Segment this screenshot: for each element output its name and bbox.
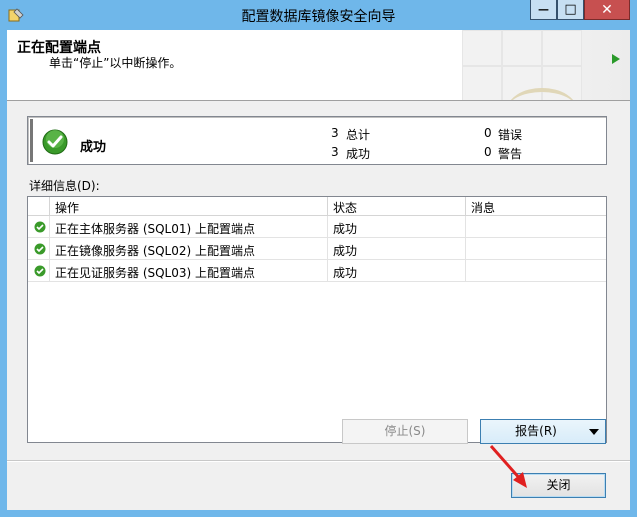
chevron-down-icon[interactable] bbox=[589, 429, 599, 435]
row-action: 正在镜像服务器 (SQL02) 上配置端点 bbox=[55, 244, 256, 258]
maximize-icon: □ bbox=[564, 2, 577, 17]
maximize-button[interactable]: □ bbox=[557, 0, 584, 20]
table-row[interactable]: 正在见证服务器 (SQL03) 上配置端点 成功 bbox=[28, 260, 606, 282]
error-label: 错误 bbox=[498, 128, 523, 142]
row-status: 成功 bbox=[333, 222, 358, 236]
success-label: 成功 bbox=[346, 147, 371, 161]
success-check-icon bbox=[34, 243, 46, 255]
success-check-icon bbox=[34, 265, 46, 277]
total-count: 3 bbox=[331, 126, 339, 140]
stop-button[interactable]: 停止(S) bbox=[342, 419, 468, 444]
error-count: 0 bbox=[484, 126, 492, 140]
column-header-action[interactable]: 操作 bbox=[55, 199, 79, 216]
title-bar[interactable]: 配置数据库镜像安全向导 — □ ✕ bbox=[0, 0, 637, 30]
details-label: 详细信息(D): bbox=[29, 179, 100, 193]
close-window-button[interactable]: ✕ bbox=[584, 0, 630, 20]
table-row[interactable]: 正在镜像服务器 (SQL02) 上配置端点 成功 bbox=[28, 238, 606, 260]
report-button-label: 报告(R) bbox=[515, 424, 557, 438]
total-label: 总计 bbox=[346, 128, 371, 142]
row-status: 成功 bbox=[333, 266, 358, 280]
page-subtitle: 单击“停止”以中断操作。 bbox=[49, 56, 182, 70]
summary-panel: 成功 3 总计 3 成功 0 错误 0 警告 bbox=[27, 116, 607, 165]
warning-count: 0 bbox=[484, 145, 492, 159]
close-icon: ✕ bbox=[601, 1, 613, 18]
header-banner-image bbox=[462, 30, 630, 100]
row-status: 成功 bbox=[333, 244, 358, 258]
row-action: 正在主体服务器 (SQL01) 上配置端点 bbox=[55, 222, 256, 236]
forward-arrow-icon bbox=[612, 54, 620, 64]
success-count: 3 bbox=[331, 145, 339, 159]
warning-label: 警告 bbox=[498, 147, 523, 161]
wizard-header: 正在配置端点 单击“停止”以中断操作。 bbox=[7, 30, 630, 101]
column-header-status[interactable]: 状态 bbox=[333, 199, 357, 216]
annotation-arrow-icon bbox=[489, 445, 527, 488]
success-check-icon bbox=[42, 129, 68, 155]
minimize-button[interactable]: — bbox=[530, 0, 557, 20]
wizard-body: 正在配置端点 单击“停止”以中断操作。 成功 3 总计 3 成功 0 错误 0 … bbox=[7, 30, 630, 510]
report-button[interactable]: 报告(R) bbox=[480, 419, 606, 444]
success-check-icon bbox=[34, 221, 46, 233]
table-row[interactable]: 正在主体服务器 (SQL01) 上配置端点 成功 bbox=[28, 216, 606, 238]
column-header-message[interactable]: 消息 bbox=[471, 199, 495, 216]
overall-status: 成功 bbox=[80, 140, 107, 155]
wizard-window: 配置数据库镜像安全向导 — □ ✕ 正在配置端点 单击“停止”以中断操作。 成功… bbox=[0, 0, 637, 517]
details-grid[interactable]: 操作 状态 消息 正在主体服务器 (SQL01) 上配置端点 成功 正在镜像服务… bbox=[27, 196, 607, 443]
grid-header: 操作 状态 消息 bbox=[28, 197, 606, 216]
row-action: 正在见证服务器 (SQL03) 上配置端点 bbox=[55, 266, 256, 280]
minimize-icon: — bbox=[538, 3, 549, 16]
